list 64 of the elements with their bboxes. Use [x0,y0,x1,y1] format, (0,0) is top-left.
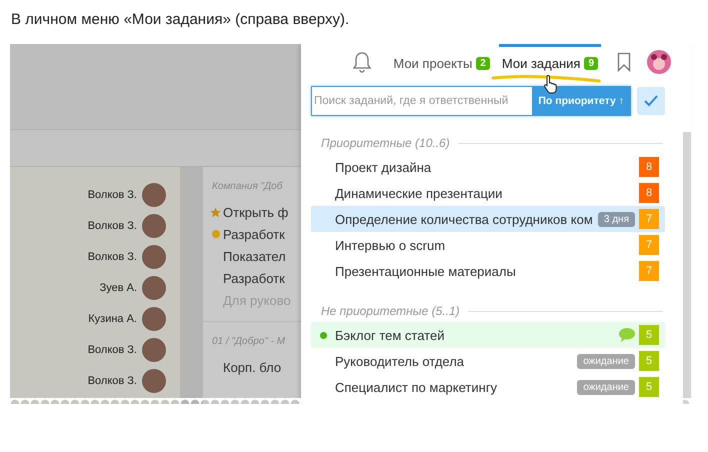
task-title: Специалист по маркетингу [335,380,498,394]
task-row[interactable]: Определение количества сотрудников ком 3 дня 7 [311,206,665,232]
bell-icon [352,51,372,73]
task-title[interactable]: Открыть ф [223,204,288,220]
avatar [142,368,166,392]
task-title: Проект дизайна [335,160,432,174]
star-icon [210,206,221,218]
task-title: Определение количества сотрудников ком [335,212,594,226]
count-badge: 2 [476,56,490,70]
check-icon [644,95,658,107]
task-title[interactable]: Разработк [223,270,285,286]
person-name: Волков З. [88,344,137,356]
priority-score: 7 [639,261,659,281]
priority-score: 7 [639,209,659,229]
status-dot [212,230,220,238]
task-title: Интервью о scrum [335,238,446,252]
person-name: Зуев А. [100,282,137,294]
count-badge: 9 [584,56,598,70]
priority-score: 8 [639,183,659,203]
status-tag: 3 дня [598,212,635,226]
bookmark-icon [617,52,631,72]
hand-cursor-icon [542,74,559,94]
section-title: Компания "Доб [211,181,284,192]
unread-dot [320,332,326,338]
person-name: Волков З. [88,188,137,200]
status-tag: ожидание [577,380,635,394]
task-title: Руководитель отдела [335,354,466,368]
task-title: Бэклог тем статей [335,328,446,342]
status-tag: ожидание [577,354,635,368]
priority-score: 5 [639,325,659,345]
task-title[interactable]: Корп. бло [223,360,282,374]
person-name: Волков З. [88,374,137,386]
avatar [142,338,166,362]
confirm-button[interactable] [637,87,665,115]
task-row[interactable]: Бэклог тем статей 5 [311,322,665,348]
avatar [142,182,166,206]
scrollbar[interactable] [683,132,691,404]
task-row[interactable]: Презентационные материалы 7 [311,258,665,284]
priority-score: 5 [639,377,659,397]
avatar [142,244,166,268]
caption-text: В личном меню «Мои задания» (справа вверху). [10,10,350,30]
group-title: Приоритетные (10..6) [321,136,450,150]
priority-score: 8 [639,157,659,177]
person-name: Волков З. [88,250,137,262]
task-row[interactable]: Руководитель отдела ожидание 5 [311,348,665,374]
task-row[interactable]: Специалист по маркетингу ожидание 5 [311,374,665,400]
task-title[interactable]: Показател [223,248,286,264]
task-title: Динамические презентации [335,186,504,200]
avatar [142,306,166,330]
group-title: Не приоритетные (5..1) [321,304,460,318]
tab[interactable]: Мои проекты 2 [390,44,493,80]
section-title: 01 / "Добро" - М [211,336,286,347]
priority-score: 5 [639,351,659,371]
task-row[interactable]: Проект дизайна 8 [311,154,665,180]
avatar [142,214,166,238]
task-row[interactable]: Интервью о scrum 7 [311,232,665,258]
task-row[interactable]: Динамические презентации 8 [311,180,665,206]
avatar-icon [647,50,671,74]
task-title[interactable]: Разработк [223,226,285,242]
person-name: Кузина А. [88,312,137,324]
avatar [142,276,166,300]
person-name: Волков З. [88,220,137,232]
task-title: Презентационные материалы [335,264,517,278]
priority-score: 7 [639,235,659,255]
